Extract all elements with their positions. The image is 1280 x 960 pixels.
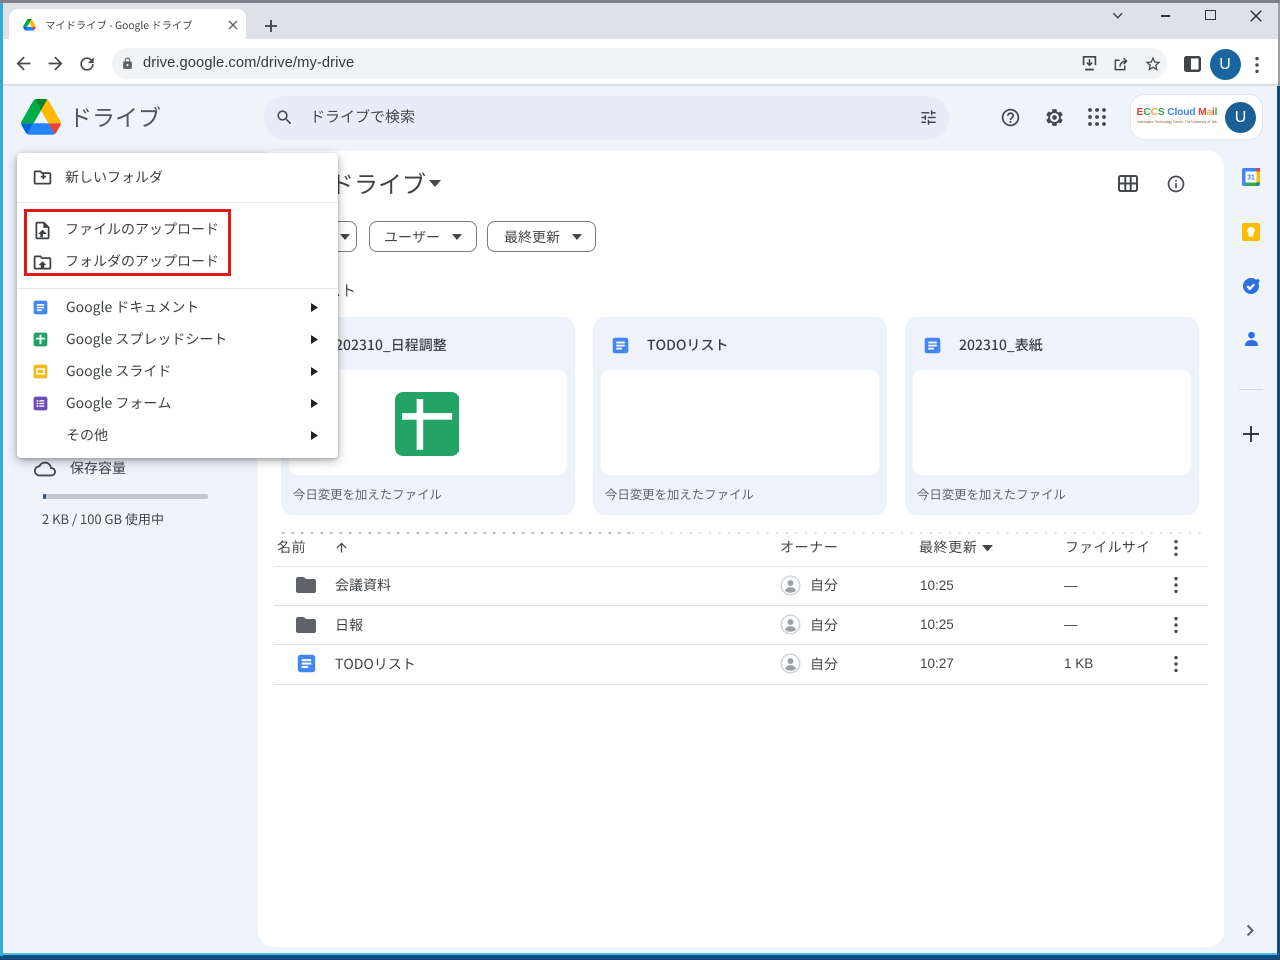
svg-text:31: 31 <box>1247 175 1255 182</box>
